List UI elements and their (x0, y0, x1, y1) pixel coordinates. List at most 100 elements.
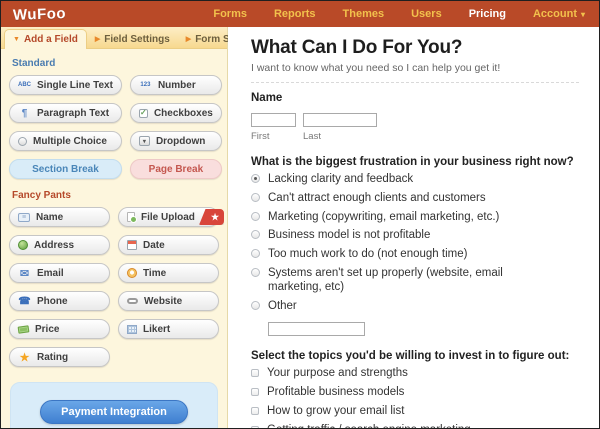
wufoo-logo[interactable]: WuFoo (13, 5, 67, 24)
fancy-pants-section-title: Fancy Pants (12, 190, 71, 201)
phone-icon (18, 295, 31, 307)
chevron-down-icon: ▾ (580, 9, 585, 19)
field-button-section-break[interactable]: Section Break (9, 159, 122, 179)
other-input[interactable] (268, 321, 365, 336)
form-subtitle: I want to know what you need so I can he… (251, 62, 501, 74)
radio-icon[interactable] (251, 192, 260, 202)
last-name-input[interactable] (303, 112, 377, 127)
body-row: ▼Add a Field▶Field Settings▶Form Setting… (1, 27, 599, 428)
radio-option-label: Lacking clarity and feedback (268, 173, 414, 185)
radio-icon[interactable] (251, 267, 260, 277)
name-inputs: First Last (251, 109, 579, 142)
field-button-email[interactable]: Email (9, 263, 110, 283)
radio-icon[interactable] (251, 300, 260, 310)
field-button-name[interactable]: Name (9, 207, 110, 227)
checkbox-option-how-to-grow-your-email-list[interactable]: How to grow your email list (251, 405, 543, 419)
checkbox-option-profitable-business-models[interactable]: Profitable business models (251, 386, 543, 400)
pilcrow-icon (18, 107, 31, 119)
nav-account[interactable]: Account ▾ (533, 8, 585, 20)
field-button-label: Paragraph Text (37, 107, 110, 119)
field-button-date[interactable]: Date (118, 235, 219, 255)
field-button-time[interactable]: Time (118, 263, 219, 283)
radio-option-marketing-copywriting-email-marketing-etc[interactable]: Marketing (copywriting, email marketing,… (251, 211, 543, 225)
field-button-website[interactable]: Website (118, 291, 219, 311)
field-button-checkboxes[interactable]: Checkboxes (129, 103, 222, 123)
field-button-number[interactable]: Number (129, 75, 222, 95)
app-window: WuFoo Forms Reports Themes Users Pricing Acco… (0, 0, 600, 429)
field-button-phone[interactable]: Phone (9, 291, 110, 311)
checkbox-option-your-purpose-and-strengths[interactable]: Your purpose and strengths (251, 367, 543, 381)
radio-option-label: Other (268, 299, 297, 312)
form-title: What Can I Do For You? (251, 37, 463, 58)
new-ribbon-star-icon: ★ (199, 209, 224, 225)
name-field-label: Name (251, 92, 283, 104)
nav-label: Account (532, 8, 577, 20)
radio-option-label: Too much work to do (not enough time) (268, 248, 468, 261)
field-button-paragraph-text[interactable]: Paragraph Text (9, 103, 122, 123)
triangle-right-icon: ▶ (185, 36, 192, 43)
nav-pricing[interactable]: Pricing (469, 8, 506, 20)
field-button-label: Number (157, 79, 196, 91)
radio-question-label: What is the biggest frustration in your … (251, 156, 574, 168)
checkbox-option-label: Getting traffic / search engine marketin… (267, 424, 471, 428)
nav-label: Pricing (468, 8, 506, 20)
radio-option-systems-aren-t-set-up-properly-website-email-marketing-etc[interactable]: Systems aren't set up properly (website,… (251, 267, 543, 295)
last-sublabel: Last (303, 131, 321, 142)
nav-forms[interactable]: Forms (213, 8, 247, 20)
radio-option-label: Marketing (copywriting, email marketing,… (268, 210, 500, 223)
radio-option-other[interactable]: Other (251, 300, 543, 314)
field-button-label: Checkboxes (153, 107, 213, 119)
radio-option-list: Lacking clarity and feedback Can't attrac… (251, 173, 579, 313)
field-button-label: Phone (37, 295, 68, 307)
field-button-label: Time (143, 267, 167, 279)
radio-option-can-t-attract-enough-clients-and-customers[interactable]: Can't attract enough clients and custome… (251, 192, 543, 206)
field-button-dropdown[interactable]: Dropdown (129, 131, 222, 151)
top-bar: WuFoo Forms Reports Themes Users Pricing Acco… (1, 1, 599, 27)
radio-selected-icon[interactable] (251, 174, 260, 183)
checkbox-option-label: Profitable business models (267, 386, 405, 399)
field-button-label: Rating (37, 351, 69, 363)
field-button-label: Single Line Text (37, 79, 113, 91)
field-button-label: Multiple Choice (33, 135, 107, 147)
checkbox-icon[interactable] (251, 369, 259, 378)
checkbox-option-getting-traffic-search-engine-marketing[interactable]: Getting traffic / search engine marketin… (251, 424, 543, 428)
checkbox-icon[interactable] (251, 406, 259, 415)
num-icon (139, 79, 152, 91)
field-button-label: Address (34, 239, 75, 251)
field-button-rating[interactable]: Rating (9, 347, 110, 367)
field-button-multiple-choice[interactable]: Multiple Choice (9, 131, 122, 151)
field-button-likert[interactable]: Likert (118, 319, 219, 339)
radio-option-too-much-work-to-do-not-enough-time[interactable]: Too much work to do (not enough time) (251, 248, 543, 262)
nav-reports[interactable]: Reports (274, 8, 316, 20)
checkbox-icon[interactable] (251, 425, 259, 428)
nav-label: Forms (213, 8, 247, 20)
radio-icon[interactable] (251, 211, 260, 221)
field-button-page-break[interactable]: Page Break (129, 159, 222, 179)
abc-icon (18, 79, 31, 91)
money-icon (17, 324, 30, 334)
tab-field-settings[interactable]: ▶ Field Settings (87, 30, 178, 48)
nav-themes[interactable]: Themes (343, 8, 385, 20)
first-sublabel: First (251, 131, 270, 142)
nav-label: Themes (342, 8, 385, 20)
first-name-input[interactable] (251, 112, 296, 127)
radio-option-label: Can't attract enough clients and custome… (268, 191, 486, 204)
tab-label: Field Settings (104, 34, 170, 45)
radio-icon[interactable] (251, 249, 260, 259)
tab-add-a-field[interactable]: ▼ Add a Field (4, 29, 87, 49)
field-button-single-line-text[interactable]: Single Line Text (9, 75, 122, 95)
file-icon (127, 212, 137, 223)
checkbox-option-label: How to grow your email list (267, 404, 405, 417)
radio-option-business-model-is-not-profitable[interactable]: Business model is not profitable (251, 229, 543, 243)
field-button-address[interactable]: Address (9, 235, 110, 255)
radio-option-lacking-clarity-and-feedback[interactable]: Lacking clarity and feedback (251, 173, 543, 187)
field-button-price[interactable]: Price (9, 319, 110, 339)
form-preview: What Can I Do For You? I want to know wh… (228, 27, 599, 428)
payment-integration-button[interactable]: Payment Integration (40, 400, 188, 424)
field-button-file-upload[interactable]: File Upload ★ (118, 207, 224, 227)
radio-icon[interactable] (251, 230, 260, 240)
sidebar: ▼Add a Field▶Field Settings▶Form Setting… (1, 27, 262, 428)
radio-glyph-icon (18, 136, 27, 146)
nav-users[interactable]: Users (411, 8, 442, 20)
checkbox-icon[interactable] (251, 388, 259, 397)
